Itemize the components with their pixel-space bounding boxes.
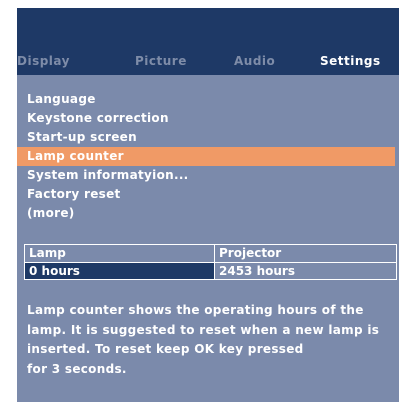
menu-item-more[interactable]: (more)	[17, 204, 399, 223]
help-line: inserted. To reset keep OK key pressed	[27, 342, 304, 356]
lamp-hours-table: Lamp Projector 0 hours 2453 hours	[24, 244, 397, 280]
table-header-projector: Projector	[219, 246, 282, 260]
settings-menu: Language Keystone correction Start-up sc…	[17, 90, 399, 223]
settings-osd-panel: Display Picture Audio Settings Language …	[17, 8, 399, 402]
projector-hours-value: 2453 hours	[215, 262, 396, 279]
tab-settings[interactable]: Settings	[320, 54, 381, 68]
menu-item-lamp-counter[interactable]: Lamp counter	[17, 147, 395, 166]
tab-audio[interactable]: Audio	[234, 54, 275, 68]
tab-picture[interactable]: Picture	[135, 54, 187, 68]
help-line: lamp. It is suggested to reset when a ne…	[27, 322, 380, 337]
menu-item-start-up-screen[interactable]: Start-up screen	[17, 128, 399, 147]
menu-item-keystone-correction[interactable]: Keystone correction	[17, 109, 399, 128]
help-text: Lamp counter shows the operating hours o…	[27, 301, 387, 379]
help-line: Lamp counter shows the operating hours o…	[27, 303, 364, 317]
help-line: for 3 seconds.	[27, 361, 127, 376]
table-header-lamp: Lamp	[25, 245, 215, 262]
lamp-hours-value: 0 hours	[25, 262, 215, 279]
tab-display[interactable]: Display	[17, 54, 70, 68]
menu-item-factory-reset[interactable]: Factory reset	[17, 185, 399, 204]
osd-header: Display Picture Audio Settings	[17, 8, 399, 75]
menu-item-language[interactable]: Language	[17, 90, 399, 109]
menu-item-system-information[interactable]: System informatyion...	[17, 166, 399, 185]
